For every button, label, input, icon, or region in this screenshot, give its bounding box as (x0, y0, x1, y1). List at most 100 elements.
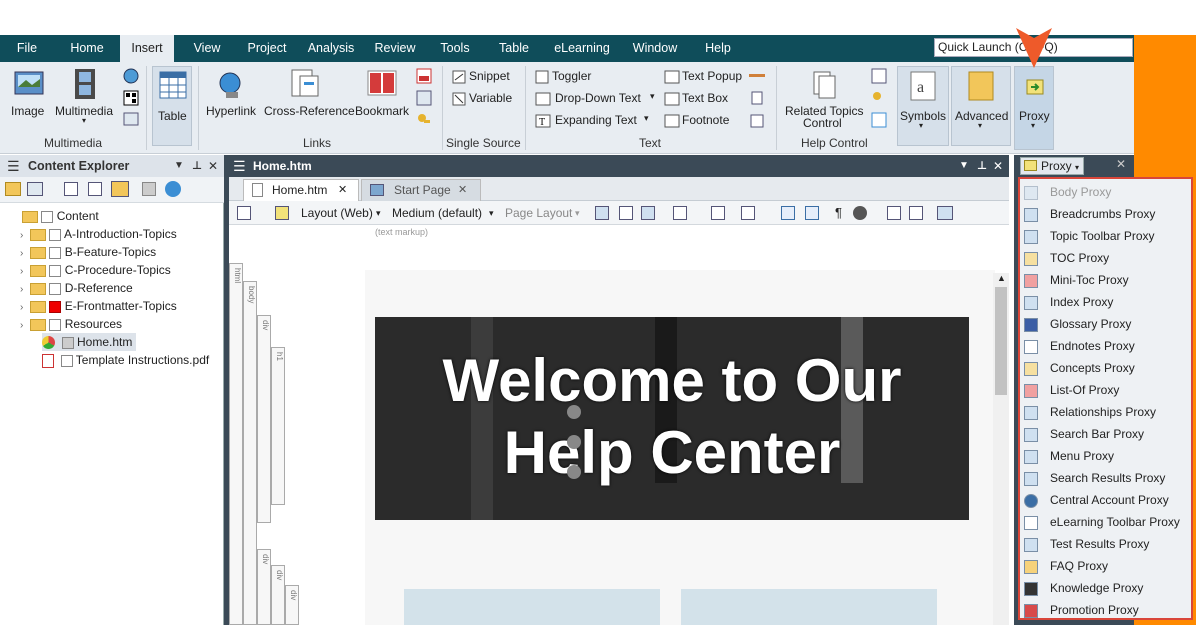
layout-dropdown[interactable]: Layout (Web) (301, 201, 373, 225)
font-icon[interactable] (741, 206, 755, 220)
dropdown-text-button[interactable]: Drop-Down Text (555, 91, 641, 105)
checkbox[interactable] (41, 210, 54, 223)
bookmark-button[interactable]: Bookmark (355, 104, 409, 118)
menu-tools[interactable]: Tools (433, 35, 477, 62)
proxy-item[interactable]: Glossary Proxy (1024, 313, 1189, 335)
view-icon[interactable] (27, 182, 43, 196)
structure-bar-div[interactable]: div (271, 565, 285, 625)
menu-home[interactable]: Home (62, 35, 112, 62)
menu-icon[interactable]: ☰ (233, 155, 246, 177)
advanced-button[interactable]: Advanced ▾ (951, 66, 1011, 146)
qr-code-icon[interactable] (123, 90, 139, 106)
menu-help[interactable]: Help (698, 35, 738, 62)
key-icon[interactable] (416, 112, 432, 128)
edit-icon[interactable] (142, 182, 156, 196)
content-card[interactable] (404, 589, 660, 625)
hyperlink-button[interactable]: Hyperlink (206, 104, 256, 118)
footnote-button[interactable]: Footnote (682, 113, 729, 127)
pdf-link-icon[interactable] (416, 68, 432, 84)
chevron-up-icon[interactable]: ▲ (997, 273, 1006, 283)
checkbox[interactable] (49, 282, 62, 295)
tree-item-folder[interactable]: › A-Introduction-Topics (20, 225, 177, 243)
structure-bar-div[interactable]: div (257, 315, 271, 523)
folder-icon[interactable] (5, 182, 21, 196)
tree-item-folder[interactable]: › E-Frontmatter-Topics (20, 297, 177, 315)
menu-file[interactable]: File (8, 35, 46, 62)
proxy-item[interactable]: Topic Toolbar Proxy (1024, 225, 1189, 247)
chevron-down-icon[interactable]: ▼ (174, 155, 184, 177)
shortcut-icon[interactable] (871, 112, 887, 128)
window-icon[interactable] (887, 206, 901, 220)
close-icon[interactable]: ✕ (993, 155, 1003, 177)
structure-bar-body[interactable]: body (243, 281, 257, 625)
proxy-item[interactable]: List-Of Proxy (1024, 379, 1189, 401)
print-icon[interactable] (619, 206, 633, 220)
chevron-down-icon[interactable]: ▾ (575, 201, 580, 225)
proxy-item[interactable]: Menu Proxy (1024, 445, 1189, 467)
page-layout-dropdown[interactable]: Page Layout (505, 201, 572, 225)
chevron-down-icon[interactable]: ▾ (644, 113, 649, 124)
proxy-item[interactable]: Test Results Proxy (1024, 533, 1189, 555)
highlight-icon[interactable] (275, 206, 289, 220)
proxy-item[interactable]: FAQ Proxy (1024, 555, 1189, 577)
chevron-down-icon[interactable]: ▾ (489, 201, 494, 225)
blocks-icon[interactable] (805, 206, 819, 220)
editor-scrollbar[interactable]: ▲ (993, 273, 1009, 625)
menu-analysis[interactable]: Analysis (303, 35, 359, 62)
keyword-icon[interactable] (871, 90, 887, 106)
checkbox[interactable] (49, 264, 62, 277)
toggler-button[interactable]: Toggler (552, 69, 591, 83)
menu-project[interactable]: Project (242, 35, 292, 62)
snippet-button[interactable]: Snippet (469, 69, 510, 83)
close-icon[interactable]: ✕ (338, 180, 347, 200)
menu-window[interactable]: Window (626, 35, 684, 62)
expanding-text-button[interactable]: Expanding Text (555, 113, 637, 127)
medium-dropdown[interactable]: Medium (default) (392, 201, 482, 225)
proxy-item[interactable]: Promotion Proxy (1024, 599, 1189, 621)
pin-icon[interactable]: ⊥ (192, 155, 202, 177)
zoom-icon[interactable] (237, 206, 251, 220)
menu-view[interactable]: View (186, 35, 228, 62)
close-icon[interactable]: ✕ (458, 180, 467, 200)
proxy-item[interactable]: Concepts Proxy (1024, 357, 1189, 379)
tree-item-folder[interactable]: › D-Reference (20, 279, 133, 297)
proxy-item[interactable]: Search Bar Proxy (1024, 423, 1189, 445)
condition-icon[interactable] (673, 206, 687, 220)
close-icon[interactable]: ✕ (1116, 157, 1126, 171)
proxy-item[interactable]: Relationships Proxy (1024, 401, 1189, 423)
globe-icon[interactable] (123, 68, 139, 84)
insert-icon[interactable] (937, 206, 953, 220)
proxy-item[interactable]: eLearning Toolbar Proxy (1024, 511, 1189, 533)
image-button[interactable]: Image (11, 104, 44, 118)
styles-icon[interactable] (711, 206, 725, 220)
chevron-down-icon[interactable]: ▾ (650, 91, 655, 102)
proxy-ribbon-button[interactable]: Proxy ▾ (1014, 66, 1054, 150)
proxy-item[interactable]: Body Proxy (1024, 181, 1189, 203)
toc-control-icon[interactable] (871, 68, 887, 84)
slideshow-icon[interactable] (123, 112, 139, 126)
menu-icon[interactable]: ☰ (7, 155, 20, 177)
tree-item-file[interactable]: Template Instructions.pdf (42, 351, 209, 369)
checkbox[interactable] (60, 354, 73, 367)
pilcrow-icon[interactable]: ¶ (835, 201, 842, 225)
proxy-item[interactable]: TOC Proxy (1024, 247, 1189, 269)
menu-elearning[interactable]: eLearning (549, 35, 615, 62)
link-icon[interactable] (416, 90, 432, 106)
proxy-item[interactable]: Knowledge Proxy (1024, 577, 1189, 599)
paste-icon[interactable] (88, 182, 102, 196)
checkbox[interactable] (49, 246, 62, 259)
checkbox[interactable] (61, 336, 74, 349)
tree-item-content[interactable]: Content (22, 207, 99, 225)
copy-icon[interactable] (64, 182, 78, 196)
horizontal-rule-icon[interactable] (748, 70, 766, 82)
display-icon[interactable] (641, 206, 655, 220)
window-icon[interactable] (909, 206, 923, 220)
checkbox[interactable] (49, 228, 62, 241)
structure-bar-div[interactable]: div (257, 549, 271, 625)
chevron-down-icon[interactable]: ▾ (376, 201, 381, 225)
proxy-item[interactable]: Index Proxy (1024, 291, 1189, 313)
list-icon[interactable] (750, 90, 764, 106)
tab-start-page[interactable]: Start Page ✕ (361, 179, 481, 201)
tree-item-folder[interactable]: › Resources (20, 315, 122, 333)
proxy-item[interactable]: Search Results Proxy (1024, 467, 1189, 489)
